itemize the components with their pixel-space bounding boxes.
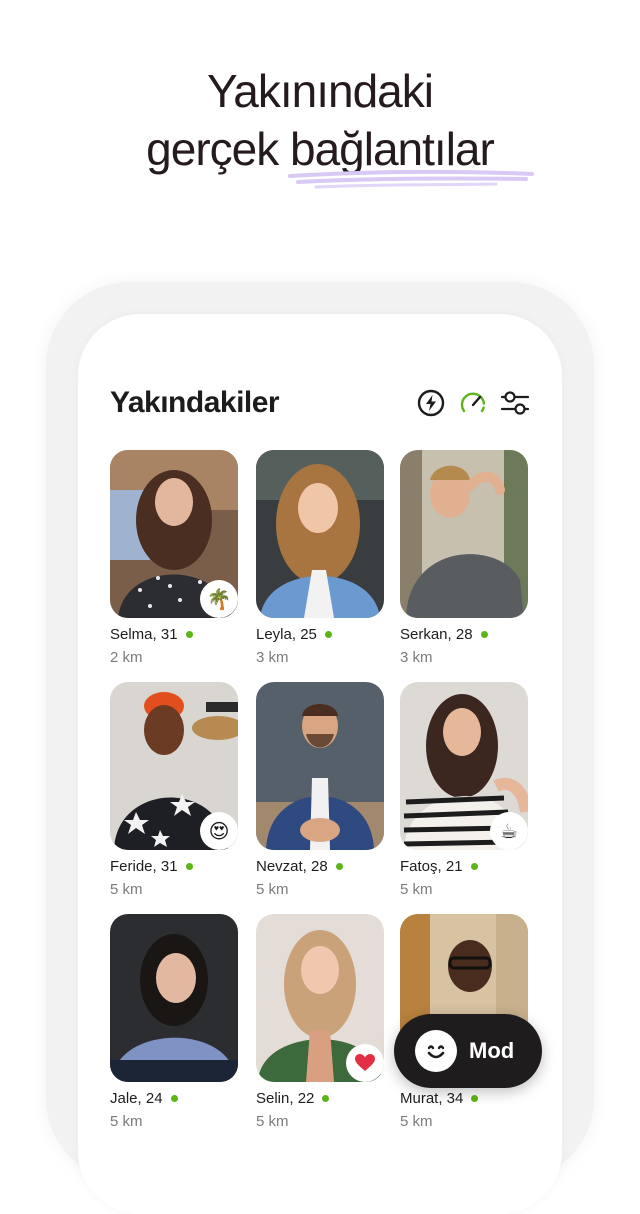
online-indicator bbox=[185, 863, 193, 870]
online-indicator bbox=[185, 631, 193, 638]
heart-badge bbox=[346, 1044, 384, 1082]
profile-photo: 😍 bbox=[110, 682, 238, 850]
profile-photo bbox=[110, 914, 238, 1082]
boost-icon bbox=[417, 389, 445, 417]
profile-card[interactable]: 😍 Feride, 31 5 km bbox=[110, 682, 238, 898]
heart-icon bbox=[355, 1054, 375, 1071]
profile-distance: 2 km bbox=[110, 649, 143, 666]
filter-button[interactable] bbox=[500, 388, 530, 418]
profile-name: Selma, 31 bbox=[110, 626, 178, 643]
profile-name-row: Jale, 24 bbox=[110, 1090, 238, 1107]
profile-name: Murat, 34 bbox=[400, 1090, 464, 1107]
profile-name: Jale, 24 bbox=[110, 1090, 163, 1107]
profile-distance: 5 km bbox=[110, 881, 143, 898]
profile-name: Selin, 22 bbox=[256, 1090, 315, 1107]
online-indicator bbox=[322, 1095, 330, 1102]
profile-distance: 3 km bbox=[256, 649, 289, 666]
profile-name-row: Selin, 22 bbox=[256, 1090, 384, 1107]
profile-distance: 5 km bbox=[400, 1113, 433, 1130]
profile-photo bbox=[400, 450, 528, 618]
profile-distance: 5 km bbox=[400, 881, 433, 898]
profile-photo bbox=[256, 450, 384, 618]
profile-card[interactable]: Jale, 24 5 km bbox=[110, 914, 238, 1130]
profile-card[interactable]: Serkan, 28 3 km bbox=[400, 450, 528, 666]
profile-name-row: Feride, 31 bbox=[110, 858, 238, 875]
profile-distance: 5 km bbox=[256, 881, 289, 898]
profile-photo: 🌴 bbox=[110, 450, 238, 618]
online-indicator bbox=[471, 1095, 479, 1102]
online-indicator bbox=[480, 631, 488, 638]
profile-photo bbox=[256, 914, 384, 1082]
emoji-badge: ☕ bbox=[490, 812, 528, 850]
online-indicator bbox=[470, 863, 478, 870]
profile-photo: ☕ bbox=[400, 682, 528, 850]
profile-name-row: Fatoş, 21 bbox=[400, 858, 528, 875]
mod-label: Mod bbox=[469, 1038, 515, 1063]
online-indicator bbox=[170, 1095, 178, 1102]
emoji-badge: 😍 bbox=[200, 812, 238, 850]
headline: Yakınındaki gerçek bağlantılar bbox=[0, 62, 640, 178]
profile-card[interactable]: Leyla, 25 3 km bbox=[256, 450, 384, 666]
profile-name: Leyla, 25 bbox=[256, 626, 317, 643]
profile-distance: 5 km bbox=[256, 1113, 289, 1130]
profile-name-row: Serkan, 28 bbox=[400, 626, 528, 643]
profile-name-row: Nevzat, 28 bbox=[256, 858, 384, 875]
profile-distance: 5 km bbox=[110, 1113, 143, 1130]
filter-sliders-icon bbox=[500, 391, 530, 415]
online-indicator bbox=[335, 863, 343, 870]
profile-name: Serkan, 28 bbox=[400, 626, 473, 643]
speedometer-button[interactable] bbox=[458, 388, 488, 418]
profile-card[interactable]: Nevzat, 28 5 km bbox=[256, 682, 384, 898]
emoji-badge: 🌴 bbox=[200, 580, 238, 618]
online-indicator bbox=[324, 631, 332, 638]
profile-distance: 3 km bbox=[400, 649, 433, 666]
profile-name-row: Leyla, 25 bbox=[256, 626, 384, 643]
profile-card[interactable]: 🌴 Selma, 31 2 km bbox=[110, 450, 238, 666]
speedometer-icon bbox=[460, 392, 486, 413]
smiley-icon bbox=[415, 1030, 457, 1072]
profile-card[interactable]: ☕ Fatoş, 21 5 km bbox=[400, 682, 528, 898]
mod-button[interactable]: Mod bbox=[394, 1014, 542, 1088]
profile-name-row: Murat, 34 bbox=[400, 1090, 528, 1107]
profile-card[interactable]: Selin, 22 5 km bbox=[256, 914, 384, 1130]
profile-name-row: Selma, 31 bbox=[110, 626, 238, 643]
headline-line-1: Yakınındaki bbox=[207, 65, 434, 117]
profile-name: Fatoş, 21 bbox=[400, 858, 463, 875]
highlight-underline bbox=[288, 169, 534, 189]
screen-title: Yakındakiler bbox=[110, 386, 280, 419]
profile-name: Nevzat, 28 bbox=[256, 858, 328, 875]
boost-button[interactable] bbox=[416, 388, 446, 418]
profile-name: Feride, 31 bbox=[110, 858, 178, 875]
profile-photo bbox=[256, 682, 384, 850]
